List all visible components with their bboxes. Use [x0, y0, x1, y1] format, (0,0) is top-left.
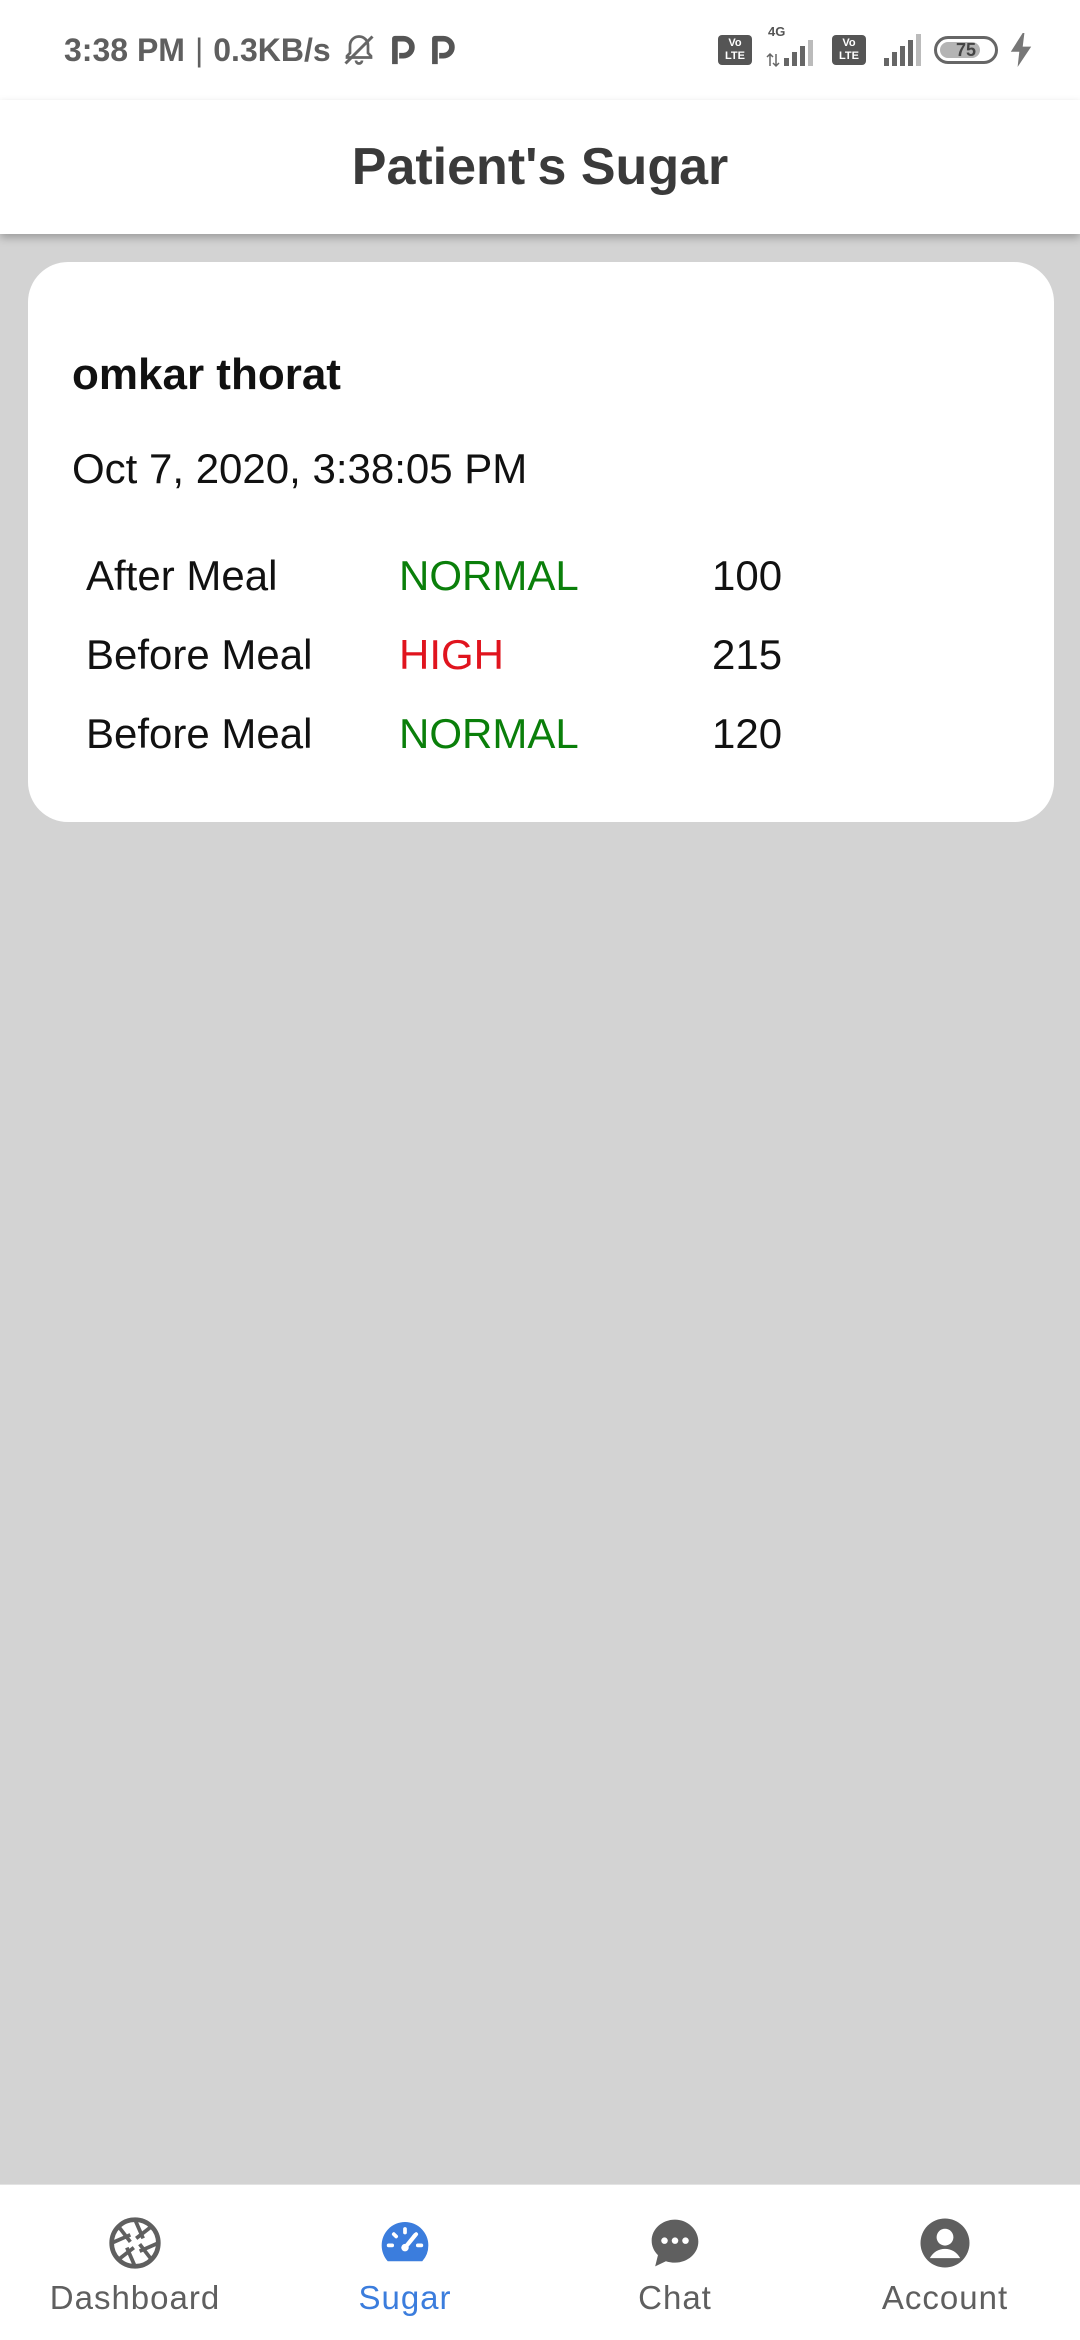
- reading-row: Before Meal HIGH 215: [86, 631, 986, 710]
- screen: 3:38 PM | 0.3KB/s Vo LTE 4G Vo LTE 75 Pa…: [0, 0, 1080, 2340]
- reading-value: 215: [712, 631, 783, 678]
- volte-icon: Vo LTE: [718, 35, 752, 65]
- reading-meal: Before Meal: [86, 710, 313, 757]
- nav-label-chat: Chat: [638, 2279, 712, 2316]
- volte-bottom-label: LTE: [839, 50, 859, 62]
- battery-level: 75: [955, 39, 977, 60]
- reading-meal: After Meal: [86, 552, 278, 599]
- nav-label-account: Account: [881, 2279, 1009, 2316]
- volte-top-label: Vo: [728, 37, 742, 49]
- signal-4g: 4G: [764, 24, 820, 70]
- charging-icon: [1010, 33, 1032, 67]
- record-date: Oct 7, 2020, 3:38:05 PM: [72, 445, 528, 492]
- status-left: 3:38 PM | 0.3KB/s: [64, 28, 457, 72]
- mute-icon: [344, 35, 374, 65]
- status-time: 3:38 PM: [64, 31, 185, 68]
- reading-status: NORMAL: [399, 710, 579, 757]
- paytm-icon: [431, 35, 455, 65]
- signal-icon: [766, 40, 813, 68]
- nav-item-account[interactable]: Account: [810, 2185, 1080, 2340]
- status-right: Vo LTE 4G Vo LTE 75: [718, 24, 1032, 72]
- bottom-nav: Dashboard Sugar Chat Account: [0, 2184, 1080, 2340]
- reading-status: HIGH: [399, 631, 504, 678]
- volte-icon: Vo LTE: [832, 35, 866, 65]
- readings-table: After Meal NORMAL 100 Before Meal HIGH 2…: [86, 552, 986, 789]
- chat-bubble-icon: [651, 2219, 699, 2267]
- paytm-icon: [391, 35, 415, 65]
- nav-label-dashboard: Dashboard: [49, 2279, 221, 2316]
- reading-row: After Meal NORMAL 100: [86, 552, 986, 631]
- page-title: Patient's Sugar: [351, 138, 729, 196]
- patient-name: omkar thorat: [72, 350, 341, 399]
- signal-icon: [884, 34, 921, 66]
- reading-row: Before Meal NORMAL 120: [86, 710, 986, 789]
- network-speed: 0.3KB/s: [213, 31, 331, 68]
- nav-label-sugar: Sugar: [358, 2279, 452, 2316]
- battery-icon: 75: [934, 36, 998, 64]
- aperture-icon: [109, 2217, 161, 2269]
- nav-item-sugar[interactable]: Sugar: [270, 2185, 540, 2340]
- reading-value: 100: [712, 552, 783, 599]
- status-bar: 3:38 PM | 0.3KB/s Vo LTE 4G Vo LTE 75: [0, 0, 1080, 100]
- account-circle-icon: [920, 2218, 970, 2268]
- volte-top-label: Vo: [842, 37, 856, 49]
- status-separator: |: [194, 31, 204, 68]
- volte-bottom-label: LTE: [725, 50, 745, 62]
- reading-status: NORMAL: [399, 552, 579, 599]
- nav-item-dashboard[interactable]: Dashboard: [0, 2185, 270, 2340]
- speedometer-icon: [381, 2222, 429, 2262]
- app-bar: Patient's Sugar: [0, 100, 1080, 234]
- nav-item-chat[interactable]: Chat: [540, 2185, 810, 2340]
- reading-meal: Before Meal: [86, 631, 313, 678]
- sugar-record-card[interactable]: omkar thorat Oct 7, 2020, 3:38:05 PM Aft…: [28, 262, 1054, 822]
- reading-value: 120: [712, 710, 783, 757]
